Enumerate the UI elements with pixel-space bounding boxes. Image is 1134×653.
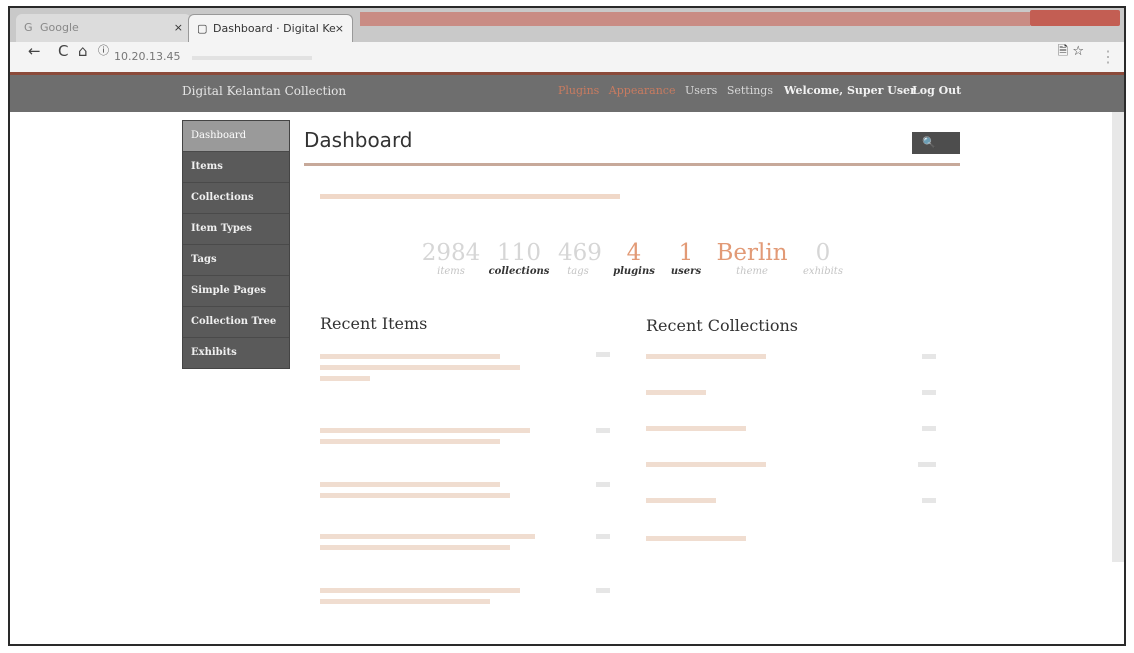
list-item[interactable] [646, 536, 746, 541]
list-item[interactable] [320, 348, 540, 387]
edit-link[interactable] [922, 498, 936, 503]
title-divider [304, 163, 960, 166]
search-button[interactable]: 🔍 [912, 132, 960, 154]
sidebar-item-items[interactable]: Items [183, 152, 289, 183]
tab-strip-accent [360, 12, 1030, 26]
stat-exhibits[interactable]: 0 exhibits [798, 240, 848, 277]
close-tab-icon[interactable]: × [335, 15, 344, 43]
edit-link[interactable] [922, 426, 936, 431]
edit-link[interactable] [922, 390, 936, 395]
stat-value: Berlin [716, 240, 788, 266]
reload-icon[interactable]: C [58, 42, 68, 60]
list-item[interactable] [646, 354, 766, 359]
browser-window: G Google × ▢ Dashboard · Digital Ke × ← … [8, 6, 1126, 646]
list-item[interactable] [646, 498, 716, 503]
nav-settings[interactable]: Settings [727, 84, 773, 97]
site-title[interactable]: Digital Kelantan Collection [182, 84, 346, 98]
recent-items-heading: Recent Items [320, 314, 428, 333]
list-item[interactable] [320, 476, 540, 504]
back-arrow-icon[interactable]: ← [28, 42, 41, 60]
list-item[interactable] [320, 422, 540, 450]
recent-collections-heading: Recent Collections [646, 316, 798, 335]
stat-theme[interactable]: Berlin theme [712, 240, 792, 277]
list-item[interactable] [320, 528, 540, 556]
admin-sidebar: Dashboard Items Collections Item Types T… [182, 120, 290, 369]
sidebar-item-tags[interactable]: Tags [183, 245, 289, 276]
logout-link[interactable]: Log Out [912, 84, 961, 97]
extension-icons[interactable]: 🗎 ☆ [1058, 42, 1084, 64]
upgrade-notice [320, 192, 620, 202]
tab-label: Dashboard · Digital Ke [213, 22, 336, 35]
edit-link[interactable] [596, 534, 610, 539]
page-icon: ▢ [197, 22, 208, 35]
nav-users[interactable]: Users [685, 84, 717, 97]
page-scrollbar[interactable] [1112, 112, 1124, 562]
info-icon[interactable]: ⓘ [98, 42, 109, 58]
stat-label: users [670, 266, 702, 277]
browser-tab-dashboard[interactable]: ▢ Dashboard · Digital Ke × [188, 14, 353, 42]
nav-plugins[interactable]: Plugins [558, 84, 599, 97]
stat-value: 110 [497, 240, 541, 266]
stat-label: plugins [613, 266, 655, 277]
edit-link[interactable] [596, 352, 610, 357]
stat-collections[interactable]: 110 collections [488, 240, 550, 277]
edit-link[interactable] [596, 482, 610, 487]
google-favicon-icon: G [24, 21, 33, 34]
sidebar-item-collections[interactable]: Collections [183, 183, 289, 214]
close-tab-icon[interactable]: × [174, 14, 183, 42]
stat-value: 4 [626, 240, 642, 266]
list-item[interactable] [646, 462, 766, 467]
home-icon[interactable]: ⌂ [78, 42, 88, 60]
admin-header: Digital Kelantan Collection Plugins Appe… [10, 72, 1124, 112]
stat-value: 2984 [421, 240, 481, 266]
nav-appearance[interactable]: Appearance [609, 84, 676, 97]
list-item[interactable] [646, 426, 746, 431]
welcome-user[interactable]: Welcome, Super User [784, 84, 916, 97]
edit-link[interactable] [922, 354, 936, 359]
top-nav: Plugins Appearance Users Settings [558, 84, 779, 97]
browser-menu-icon[interactable]: ⋮ [1100, 42, 1116, 72]
stat-label: exhibits [803, 266, 843, 277]
sidebar-item-simple-pages[interactable]: Simple Pages [183, 276, 289, 307]
stat-value: 0 [815, 240, 831, 266]
stat-items[interactable]: 2984 items [420, 240, 482, 277]
tab-label: Google [40, 21, 79, 34]
stat-label: items [437, 266, 465, 277]
address-bar: ← C ⌂ ⓘ 10.20.13.45 🗎 ☆ ⋮ [10, 42, 1124, 73]
page-title: Dashboard [304, 128, 413, 152]
stat-value: 469 [558, 240, 602, 266]
sidebar-item-item-types[interactable]: Item Types [183, 214, 289, 245]
browser-tab-google[interactable]: G Google × [16, 14, 191, 42]
stat-value: 1 [678, 240, 694, 266]
stat-label: theme [736, 266, 768, 277]
sidebar-item-dashboard[interactable]: Dashboard [183, 121, 289, 152]
stat-label: collections [488, 266, 550, 277]
stat-label: tags [567, 266, 589, 277]
search-icon: 🔍 [922, 136, 936, 149]
list-item[interactable] [320, 582, 540, 610]
url-field[interactable]: 10.20.13.45 [114, 50, 180, 63]
tab-strip: G Google × ▢ Dashboard · Digital Ke × [10, 8, 1124, 42]
window-controls[interactable] [1030, 10, 1120, 26]
edit-link[interactable] [596, 428, 610, 433]
edit-link[interactable] [918, 462, 936, 467]
sidebar-item-collection-tree[interactable]: Collection Tree [183, 307, 289, 338]
sidebar-item-exhibits[interactable]: Exhibits [183, 338, 289, 368]
stat-plugins[interactable]: 4 plugins [612, 240, 656, 277]
list-item[interactable] [646, 390, 706, 395]
stat-tags[interactable]: 469 tags [558, 240, 602, 277]
url-path-blur [192, 56, 312, 60]
stat-users[interactable]: 1 users [666, 240, 706, 277]
edit-link[interactable] [596, 588, 610, 593]
